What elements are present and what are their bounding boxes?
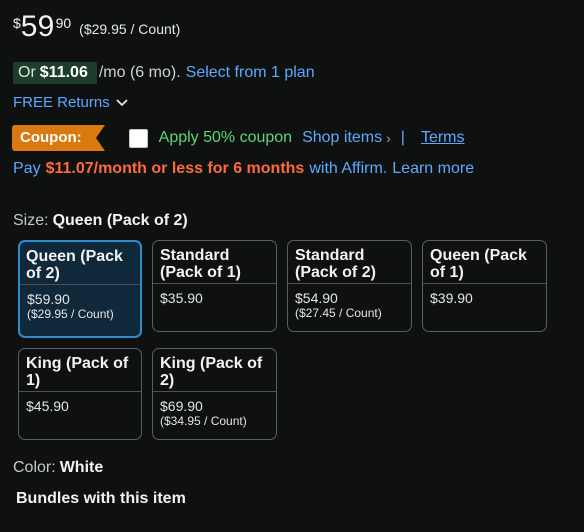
shop-items-link[interactable]: Shop items	[302, 129, 382, 147]
product-buybox: $ 59 90 ($29.95 / Count) Or $11.06 /mo (…	[0, 0, 584, 532]
size-option-price: $35.90	[160, 290, 203, 306]
size-option-king-pack-2[interactable]: King (Pack of 2) $69.90 ($34.95 / Count)	[152, 348, 277, 440]
size-option-unit-price: ($29.95 / Count)	[27, 307, 114, 321]
color-selected-value: White	[59, 459, 104, 476]
monthly-prefix: Or	[18, 64, 36, 81]
size-option-price: $69.90	[160, 398, 203, 414]
monthly-payment-badge: Or $11.06	[13, 62, 97, 84]
size-label: Size:	[13, 212, 49, 229]
size-option-standard-pack-1[interactable]: Standard (Pack of 1) $35.90	[152, 240, 277, 332]
coupon-checkbox[interactable]	[128, 128, 148, 148]
size-option-name: Standard (Pack of 2)	[295, 247, 376, 281]
coupon-badge: Coupon:	[12, 125, 105, 151]
size-option-price: $45.90	[26, 398, 69, 414]
color-label: Color:	[13, 459, 56, 476]
size-selected-value: Queen (Pack of 2)	[52, 212, 188, 229]
size-option-price: $54.90	[295, 290, 338, 306]
price-currency-symbol: $	[13, 15, 21, 31]
monthly-amount: $11.06	[39, 64, 88, 81]
select-plan-link[interactable]: Select from 1 plan	[186, 64, 315, 82]
affirm-with-text: with Affirm.	[309, 160, 388, 177]
size-option-name: King (Pack of 1)	[26, 355, 129, 389]
size-option-price: $59.90	[27, 291, 70, 307]
coupon-badge-label: Coupon:	[20, 129, 82, 146]
size-option-unit-price: ($27.45 / Count)	[295, 306, 382, 320]
affirm-pay-text: Pay	[13, 160, 41, 177]
affirm-learn-more-link[interactable]: Learn more	[392, 160, 474, 178]
free-returns-toggle[interactable]: FREE Returns	[13, 94, 128, 111]
affirm-amount: $11.07/month or less for 6 months	[45, 160, 305, 177]
price-fraction: 90	[55, 15, 72, 31]
coupon-badge-notch	[95, 125, 105, 151]
price-block: $ 59 90 ($29.95 / Count)	[13, 12, 180, 42]
coupon-terms-link[interactable]: Terms	[421, 129, 465, 147]
color-selection-label: Color: White	[13, 459, 103, 477]
price-per-unit: ($29.95 / Count)	[79, 21, 181, 37]
monthly-term: /mo (6 mo).	[98, 64, 181, 81]
size-option-name: Queen (Pack of 2)	[26, 248, 123, 282]
size-option-name: Standard (Pack of 1)	[160, 247, 241, 281]
size-option-standard-pack-2[interactable]: Standard (Pack of 2) $54.90 ($27.45 / Co…	[287, 240, 412, 332]
coupon-row: Coupon: Apply 50% coupon Shop items › | …	[12, 124, 465, 152]
coupon-separator: |	[400, 129, 405, 146]
bundles-heading: Bundles with this item	[16, 490, 186, 507]
chevron-right-icon: ›	[386, 130, 391, 146]
apply-coupon-label[interactable]: Apply 50% coupon	[159, 129, 292, 147]
size-option-queen-pack-2[interactable]: Queen (Pack of 2) $59.90 ($29.95 / Count…	[18, 240, 142, 338]
price-whole: 59	[20, 10, 55, 43]
size-option-king-pack-1[interactable]: King (Pack of 1) $45.90	[18, 348, 142, 440]
size-selection-label: Size: Queen (Pack of 2)	[13, 212, 188, 230]
size-option-price: $39.90	[430, 290, 473, 306]
chevron-down-icon	[116, 99, 128, 106]
size-option-queen-pack-1[interactable]: Queen (Pack of 1) $39.90	[422, 240, 547, 332]
free-returns-label: FREE Returns	[13, 94, 110, 111]
affirm-financing-row: Pay $11.07/month or less for 6 months wi…	[13, 160, 474, 178]
size-option-name: Queen (Pack of 1)	[430, 247, 527, 281]
size-option-name: King (Pack of 2)	[160, 355, 263, 389]
size-option-unit-price: ($34.95 / Count)	[160, 414, 247, 428]
monthly-payment-row: Or $11.06 /mo (6 mo). Select from 1 plan	[13, 61, 315, 85]
